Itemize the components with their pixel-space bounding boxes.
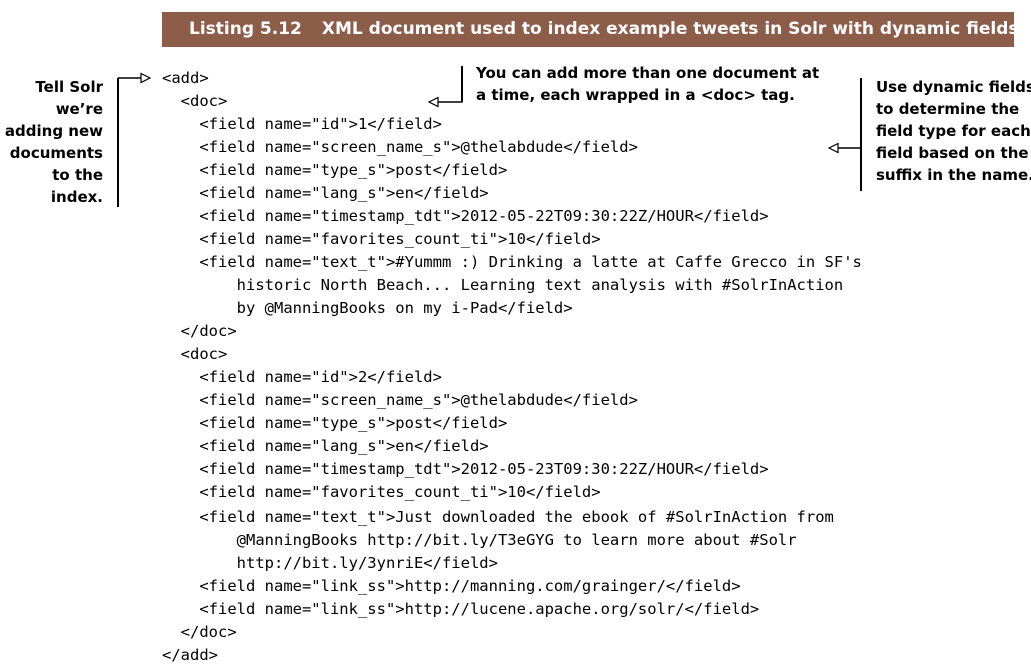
annotation-right: Use dynamic fields to determine the fiel… [876,76,1031,186]
code-line: <field name="lang_s">en</field> [162,437,489,455]
annotation-right-rule [860,78,862,191]
code-line: by @ManningBooks on my i-Pad</field> [162,299,573,317]
code-line: <field name="text_t">Just downloaded the… [162,508,834,526]
annotation-top-arrow-icon [427,96,463,108]
code-line: <field name="type_s">post</field> [162,414,508,432]
code-line: <field name="favorites_count_ti">10</fie… [162,483,601,501]
annotation-right-line: field type for each [876,122,1031,140]
annotation-right-line: Use dynamic fields [876,78,1031,96]
code-line: <field name="link_ss">http://lucene.apac… [162,600,760,618]
annotation-left-line: adding new [4,122,103,140]
listing-title: XML document used to index example tweet… [321,19,1019,39]
code-line: <field name="id">1</field> [162,115,442,133]
annotation-top-line: a time, each wrapped in a <doc> tag. [476,86,795,104]
code-line: <field name="link_ss">http://manning.com… [162,577,741,595]
annotation-top-line: You can add more than one document at [476,64,820,82]
code-line: http://bit.ly/3ynriE</field> [162,554,498,572]
code-line: <add> [162,69,209,87]
annotation-left-line: we’re [55,100,103,118]
annotation-left-line: to the [52,166,103,184]
code-line: <field name="text_t">#Yummm :) Drinking … [162,253,862,271]
code-line: <field name="type_s">post</field> [162,161,508,179]
code-line: </doc> [162,322,237,340]
code-line: <field name="id">2</field> [162,368,442,386]
code-line: <field name="timestamp_tdt">2012-05-22T0… [162,207,769,225]
annotation-left-line: index. [50,188,103,206]
code-line: @ManningBooks http://bit.ly/T3eGYG to le… [162,531,797,549]
annotation-left: Tell Solr we’re adding new documents to … [5,76,103,208]
annotation-top: You can add more than one document at a … [476,62,819,106]
annotation-right-line: field based on the [876,144,1029,162]
listing-header: Listing 5.12 XML document used to index e… [162,12,1019,47]
code-line: historic North Beach... Learning text an… [162,276,844,294]
listing-number: Listing 5.12 [189,19,302,39]
annotation-left-line: documents [9,144,103,162]
code-line: <doc> [162,92,228,110]
code-line: <field name="lang_s">en</field> [162,184,489,202]
annotation-right-line: suffix in the name. [876,166,1031,184]
code-line: <field name="screen_name_s">@thelabdude<… [162,391,638,409]
code-line: <field name="screen_name_s">@thelabdude<… [162,138,638,156]
annotation-right-arrow-icon [827,142,861,154]
code-line: <doc> [162,345,228,363]
code-line: <field name="favorites_count_ti">10</fie… [162,230,601,248]
annotation-right-line: to determine the [876,100,1020,118]
annotation-left-line: Tell Solr [35,78,103,96]
code-line: <field name="timestamp_tdt">2012-05-23T0… [162,460,769,478]
annotation-left-rule [117,78,119,207]
annotation-left-arrow-icon [117,72,152,84]
code-line: </add> [162,646,218,664]
code-line: </doc> [162,623,237,641]
